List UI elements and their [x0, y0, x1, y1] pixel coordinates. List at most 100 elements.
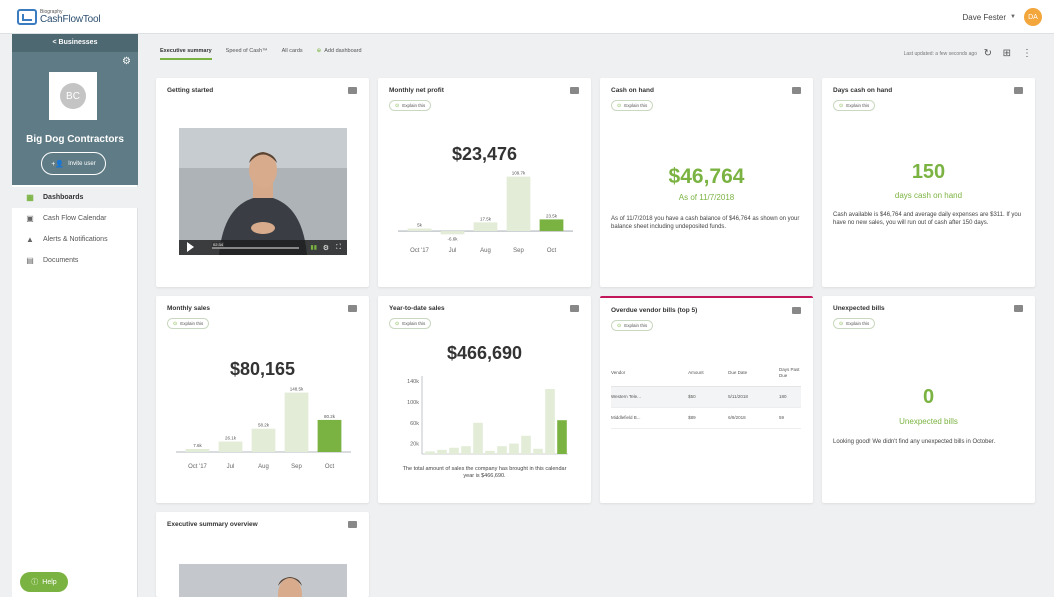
explain-this-button[interactable]: ⊙ Explain this [611, 320, 654, 331]
card-title: Unexpected bills [833, 305, 885, 312]
avatar[interactable]: DA [1024, 8, 1042, 26]
data-label: 58.2k [258, 423, 270, 428]
intro-video[interactable]: 02:34 ▮▮ ⚙ ⛶ [179, 128, 347, 255]
document-icon: ▤ [26, 255, 34, 265]
comment-icon[interactable] [1014, 87, 1023, 94]
amount-cell: $89 [688, 407, 729, 429]
gear-icon[interactable]: ⚙ [122, 56, 131, 67]
bar [425, 451, 435, 454]
monthly-sales-value: $80,165 [229, 359, 296, 379]
volume-icon[interactable]: ▮▮ [310, 244, 317, 251]
more-options-icon[interactable]: ⋮ [1022, 48, 1032, 59]
refresh-icon[interactable]: ↻ [984, 48, 992, 59]
card-title: Cash on hand [611, 87, 654, 94]
dashboard-grid-icon: ▦ [26, 192, 34, 202]
ytd-sales-chart: 20k 60k 100k 140k [407, 376, 568, 455]
unexpected-bills-card: Unexpected bills ⊙ Explain this 0 Unexpec… [822, 296, 1035, 503]
explain-this-button[interactable]: ⊙ Explain this [389, 100, 432, 111]
days-cash-value: 150 [911, 161, 946, 183]
fullscreen-icon[interactable]: ⛶ [336, 244, 341, 252]
user-name[interactable]: Dave Fester [962, 13, 1006, 22]
sidebar-item-cash-flow-calendar[interactable]: ▣ Cash Flow Calendar [12, 208, 138, 229]
logo-title: CashFlowTool [40, 13, 101, 25]
sidebar-item-documents[interactable]: ▤ Documents [12, 250, 138, 271]
y-tick-label: 100k [407, 400, 419, 406]
x-tick-label: Oct '17 [410, 248, 429, 254]
data-label: 17.5k [480, 216, 492, 221]
table-row[interactable]: Middlefield B... $89 6/9/2018 59 [611, 407, 801, 429]
monthly-sales-chart: 7.6k Oct '17 26.1k Jul 58.2k Aug 148.5k Sep 80.2… [176, 387, 351, 470]
sidebar-item-label: Documents [43, 257, 79, 264]
unexpected-bills-description: Looking good! We didn't find any unexpec… [833, 439, 996, 445]
add-card-icon[interactable]: ⊞ [1003, 48, 1011, 59]
back-to-businesses[interactable]: < Businesses [12, 34, 138, 52]
plus-icon: ⊕ [316, 48, 322, 54]
tab-all-cards[interactable]: All cards [282, 48, 303, 60]
calendar-icon: ▣ [26, 213, 34, 223]
invite-user-button[interactable]: +👤 Invite user [41, 152, 106, 175]
user-menu[interactable]: Dave Fester ▼ DA [962, 8, 1042, 26]
progress-track[interactable] [212, 247, 299, 249]
overview-video[interactable] [179, 564, 347, 597]
bar [506, 176, 531, 232]
company-name: Big Dog Contractors [26, 134, 124, 145]
explain-this-button[interactable]: ⊙ Explain this [833, 318, 876, 329]
explain-this-button[interactable]: ⊙ Explain this [833, 100, 876, 111]
play-icon[interactable] [187, 242, 194, 252]
bar [485, 450, 495, 454]
cash-on-hand-card: Cash on hand ⊙ Explain this $46,764 As of… [600, 78, 813, 287]
explain-label: Explain this [846, 321, 870, 326]
bar [545, 389, 555, 454]
comment-icon[interactable] [792, 87, 801, 94]
help-icon: ⓘ [31, 579, 39, 586]
table-row[interactable]: Western Tele... $50 5/11/2018 180 [611, 386, 801, 408]
data-label: 26.1k [225, 436, 237, 441]
explain-label: Explain this [180, 321, 204, 326]
add-dashboard-button[interactable]: ⊕ Add dashboard [317, 48, 362, 60]
last-updated-text: Last updated: a few seconds ago [903, 51, 977, 57]
help-button[interactable]: ⓘ Help [20, 572, 68, 592]
vendor-cell: Middlefield B... [611, 407, 689, 429]
bar [461, 446, 471, 454]
card-title: Overdue vendor bills (top 5) [611, 307, 698, 314]
bar [317, 419, 342, 452]
sidebar-item-alerts[interactable]: ▲ Alerts & Notifications [12, 229, 138, 250]
card-title: Monthly sales [167, 305, 210, 312]
comment-icon[interactable] [348, 305, 357, 312]
add-user-icon: +👤 [51, 160, 65, 168]
app-logo[interactable]: Biography CashFlowTool [17, 9, 101, 25]
exec-overview-card: Executive summary overview [156, 512, 369, 597]
explain-this-button[interactable]: ⊙ Explain this [611, 100, 654, 111]
amount-cell: $50 [688, 386, 729, 408]
comment-icon[interactable] [348, 521, 357, 528]
column-header-days-past-due: Days Past Due [779, 360, 801, 387]
x-tick-label: Jul [449, 248, 457, 254]
bar [509, 443, 519, 454]
check-circle-icon: ⊙ [617, 102, 622, 109]
sidebar-item-dashboards[interactable]: ▦ Dashboards [12, 187, 138, 208]
card-title: Monthly net profit [389, 87, 444, 94]
explain-label: Explain this [624, 103, 648, 108]
settings-icon[interactable]: ⚙ [323, 244, 329, 252]
comment-icon[interactable] [570, 87, 579, 94]
x-tick-label: Sep [513, 248, 524, 254]
comment-icon[interactable] [348, 87, 357, 94]
data-label: 5k [417, 223, 423, 228]
comment-icon[interactable] [570, 305, 579, 312]
days-cash-description: Cash available is $46,764 and average da… [833, 212, 1022, 226]
explain-this-button[interactable]: ⊙ Explain this [167, 318, 210, 329]
cash-on-hand-value: $46,764 [668, 165, 745, 188]
x-tick-label: Oct [547, 248, 557, 254]
x-tick-label: Oct '17 [188, 464, 207, 470]
column-header-due-date: Due Date [728, 360, 779, 387]
chevron-down-icon[interactable]: ▼ [1010, 14, 1016, 20]
bar [557, 420, 567, 454]
tab-executive-summary[interactable]: Executive summary [160, 48, 212, 60]
days-cash-card: Days cash on hand ⊙ Explain this 150 days… [822, 78, 1035, 287]
x-tick-label: Aug [258, 464, 269, 470]
explain-this-button[interactable]: ⊙ Explain this [389, 318, 432, 329]
comment-icon[interactable] [1014, 305, 1023, 312]
comment-icon[interactable] [792, 307, 801, 314]
tab-speed-of-cash[interactable]: Speed of Cash™ [226, 48, 268, 60]
check-circle-icon: ⊙ [395, 320, 400, 327]
